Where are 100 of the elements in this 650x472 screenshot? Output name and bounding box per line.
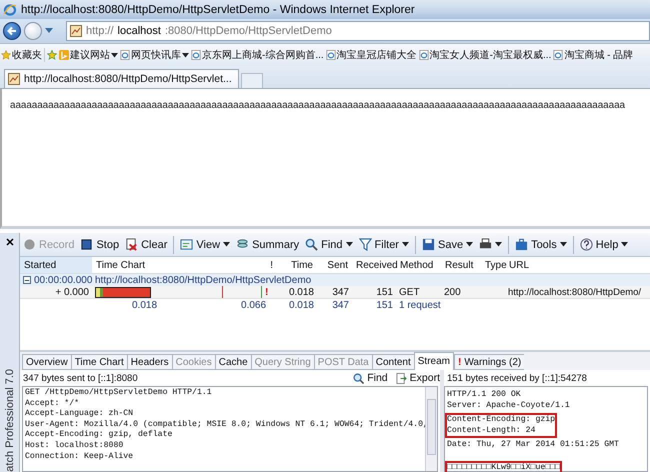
code-line: Accept: */* — [25, 398, 80, 410]
page-icon — [553, 50, 564, 60]
record-icon — [23, 238, 36, 251]
toolbar-button[interactable]: Tools — [515, 238, 567, 251]
back-button[interactable] — [3, 22, 21, 40]
code-line: □□□□□□□□□KLw9□□iX□ue□□□ — [447, 462, 560, 472]
favorites-button[interactable]: 收藏夹 — [1, 48, 45, 62]
search-icon — [305, 238, 318, 251]
toolbar-button[interactable]: Help — [580, 238, 628, 251]
table-cell-text: 151 — [375, 300, 394, 310]
table-cell-text: 151 — [375, 286, 394, 298]
help-icon — [580, 238, 593, 251]
code-line: Accept-Encoding: gzip, deflate — [25, 430, 174, 441]
column-header[interactable]: Time — [277, 260, 317, 270]
export-button[interactable]: Export — [396, 372, 440, 384]
detail-tab[interactable]: Cache — [214, 354, 251, 370]
code-line: Server: Apache-Coyote/1.1 — [447, 400, 570, 412]
collapse-toggle[interactable] — [23, 276, 31, 284]
table-row[interactable]: + 0.000 ! 0.018 347 151 GET 200 http://localhost:8080/HttpDemo/ — [20, 286, 650, 299]
info-text: 151 bytes received by [::1]:54278 — [447, 372, 587, 384]
page-icon — [120, 50, 130, 60]
page-icon — [418, 50, 429, 60]
toolbar-button[interactable]: Summary — [236, 238, 300, 251]
add-favorite-icon[interactable] — [47, 50, 57, 60]
toolbar-button[interactable]: View — [180, 238, 230, 251]
column-header[interactable]: Sent — [317, 260, 352, 270]
toolbar-button[interactable]: Filter — [358, 238, 409, 251]
stop-icon — [80, 238, 94, 251]
toolbar-button[interactable]: Save — [422, 238, 474, 251]
detail-tab[interactable]: Headers — [126, 354, 172, 370]
info-text: 347 bytes sent to [::1]:8080 — [23, 372, 138, 384]
toolbar-button[interactable] — [479, 238, 502, 251]
table-cell: 0.018 — [132, 300, 158, 310]
code-line: Connection: Keep-Alive — [25, 452, 134, 462]
time-bar-icon — [95, 286, 151, 298]
code-line: Date: Thu, 27 Mar 2014 01:51:25 GMT — [447, 440, 619, 451]
printer-icon — [479, 238, 492, 251]
warning-mark: ! — [264, 286, 270, 298]
scrollbar[interactable] — [425, 387, 437, 471]
toolbar-button[interactable]: Find — [305, 238, 353, 251]
clear-icon — [125, 238, 138, 251]
column-header[interactable]: URL — [505, 260, 650, 270]
column-header[interactable]: ! — [262, 260, 277, 270]
code-line: Host: localhost:8080 — [25, 440, 124, 452]
detail-tab[interactable]: Content — [372, 354, 414, 370]
code-line: Accept-Language: zh-CN — [25, 409, 134, 420]
page-icon — [8, 73, 20, 85]
table-cell-text: 1 request — [398, 300, 441, 310]
detail-tab[interactable]: Overview — [22, 354, 71, 370]
column-header[interactable]: Time Chart — [92, 260, 262, 270]
detail-tab[interactable]: Stream — [414, 352, 454, 370]
star-icon — [1, 50, 11, 60]
table-cell-text: GET — [398, 286, 421, 298]
save-icon — [422, 238, 435, 251]
page-icon — [326, 50, 336, 60]
table-cell-text: 347 — [331, 286, 350, 298]
table-cell: 00:00:00.000 — [34, 274, 92, 286]
table-cell-text: 0.018 — [288, 286, 315, 298]
window-icon — [180, 238, 194, 251]
column-header[interactable]: Type — [481, 260, 505, 270]
favorite-link[interactable]: 淘宝商城 - 品牌 — [553, 48, 634, 62]
page-icon — [70, 25, 82, 37]
table-cell-text: 200 — [443, 286, 462, 298]
table-cell-text: + 0.000 — [54, 286, 90, 298]
code-line: User-Agent: Mozilla/4.0 (compatible; MSIE 8.0; Windows NT 6.1; WOW64; Trident/4.0, — [25, 420, 423, 430]
panel-title: atch Professional 7.0 — [4, 369, 16, 472]
table-cell-text: 0.018 — [288, 300, 315, 310]
favorite-link[interactable]: 京东网上商城-综合网购首... — [191, 48, 324, 62]
page-text: aaaaaaaaaaaaaaaaaaaaaaaaaaaaaaaaaaaaaaaaaaaaaaaaaaaaaaaaaaaaaaaaaaaaaaaaaaaaaaaaaaaaaaaaaaaaaaaaaaaaaaaaaaaaaaaaa — [10, 100, 625, 111]
export-icon — [396, 372, 407, 384]
table-cell-text: http://localhost:8080/HttpDemo/ — [507, 286, 642, 298]
dropdown-arrow-icon[interactable] — [45, 28, 53, 34]
browser-tab[interactable]: http://localhost:8080/HttpDemo/HttpServlet... — [4, 69, 239, 88]
favorite-link[interactable]: 淘宝皇冠店铺大全 — [326, 48, 417, 62]
toolbox-icon — [515, 238, 528, 251]
favorite-link[interactable]: 网页快讯库 — [120, 48, 189, 62]
window-title: http://localhost:8080/HttpDemo/HttpServletDemo - Windows Internet Explorer — [21, 4, 415, 16]
code-line: Content-Encoding: gzip — [447, 415, 556, 426]
detail-tab[interactable]: Time Chart — [70, 354, 127, 370]
filter-icon — [358, 238, 372, 251]
logo-icon — [59, 50, 69, 60]
address-field[interactable]: http:// localhost :8080/HttpDemo/HttpServletDemo — [66, 21, 650, 41]
browser-logo-icon — [3, 2, 17, 16]
arrow-left-icon — [6, 25, 18, 37]
favorite-link[interactable]: 建议网站 — [59, 48, 118, 62]
find-button[interactable]: Find — [353, 372, 388, 384]
code-line: GET /HttpDemo/HttpServletDemo HTTP/1.1 — [25, 388, 213, 399]
close-icon[interactable] — [6, 238, 14, 246]
page-icon — [191, 50, 201, 60]
search-icon — [353, 372, 364, 384]
detail-tab[interactable]: ! Warnings (2) — [454, 354, 524, 370]
toolbar-button[interactable]: Clear — [125, 238, 168, 251]
favorite-link[interactable]: 淘宝女人频道-淘宝最权威... — [418, 48, 552, 62]
column-header[interactable]: Result — [441, 260, 481, 270]
table-cell-text: http://localhost:8080/HttpDemo/HttpServletDemo — [94, 274, 312, 286]
column-header[interactable]: Received — [352, 260, 396, 270]
column-header[interactable]: Method — [396, 260, 441, 270]
toolbar-button[interactable]: Stop — [80, 238, 120, 251]
column-header[interactable]: Started — [20, 257, 92, 273]
code-line: Content-Length: 24 — [447, 426, 536, 436]
